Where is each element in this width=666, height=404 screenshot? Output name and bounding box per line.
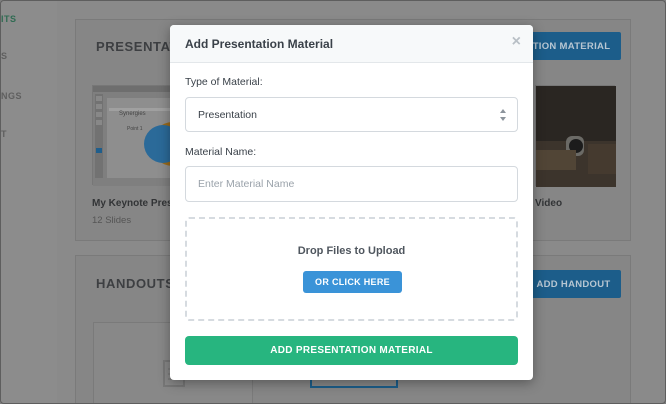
close-icon[interactable]: × <box>512 34 521 50</box>
keynote-name[interactable]: My Keynote Prese <box>92 198 178 209</box>
add-presentation-material-submit-button[interactable]: ADD PRESENTATION MATERIAL <box>185 336 518 365</box>
material-name-input[interactable] <box>185 166 518 202</box>
sidebar-item-speakers[interactable]: S <box>1 51 8 61</box>
select-arrows-icon <box>500 109 506 121</box>
handouts-title: HANDOUTS <box>96 276 175 291</box>
type-of-material-label: Type of Material: <box>185 76 263 88</box>
video-thumbnail[interactable] <box>535 85 616 187</box>
or-click-here-button[interactable]: OR CLICK HERE <box>303 271 402 293</box>
slide-heading-text: Synergies <box>119 111 146 117</box>
sidebar-item-settings[interactable]: NGS <box>1 91 22 101</box>
type-of-material-select[interactable]: Presentation <box>185 97 518 132</box>
drop-files-text: Drop Files to Upload <box>297 245 406 257</box>
video-preview-image <box>536 86 616 187</box>
add-presentation-material-modal: Add Presentation Material × Type of Mate… <box>170 25 533 380</box>
sidebar-item-account[interactable]: T <box>1 129 7 139</box>
type-of-material-value: Presentation <box>198 109 257 121</box>
material-name-label: Material Name: <box>185 146 257 158</box>
modal-header: Add Presentation Material × <box>170 25 533 63</box>
sidebar: ITS S NGS T <box>1 1 57 403</box>
modal-title: Add Presentation Material <box>185 37 334 51</box>
slide-point-text: Point 1 <box>127 126 143 132</box>
keynote-slide-count: 12 Slides <box>92 215 132 226</box>
file-drop-zone[interactable]: Drop Files to Upload OR CLICK HERE <box>185 217 518 321</box>
add-handout-button[interactable]: ADD HANDOUT <box>526 270 621 298</box>
sidebar-item-events[interactable]: ITS <box>1 14 17 24</box>
add-presentation-material-button[interactable]: TION MATERIAL <box>522 32 621 60</box>
video-name[interactable]: Video <box>535 198 562 209</box>
